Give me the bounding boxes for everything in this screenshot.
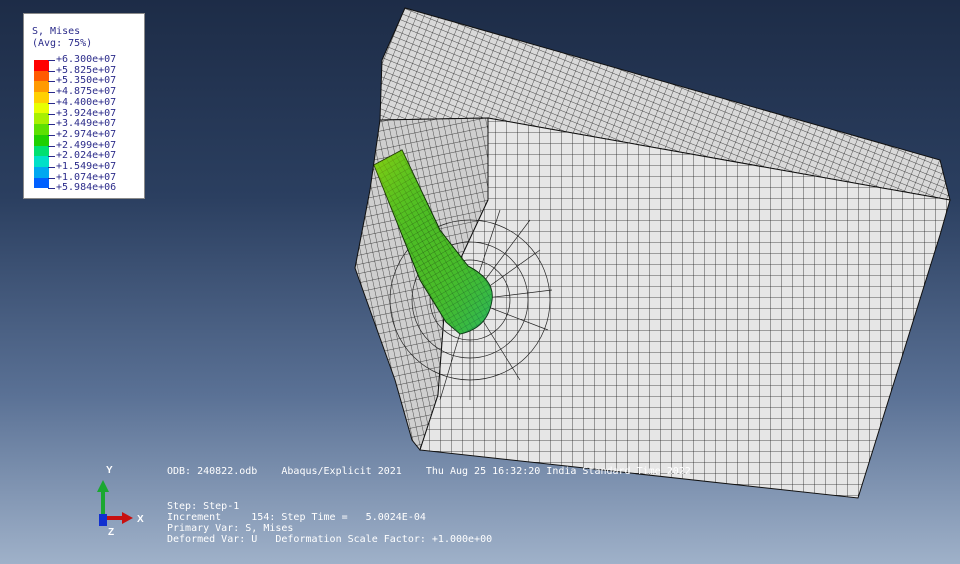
legend-value: +6.300e+07 xyxy=(56,54,117,65)
step-info-line: Step: Step-1 xyxy=(167,501,240,512)
legend-swatch xyxy=(34,124,49,135)
legend-tick xyxy=(48,145,55,147)
legend-tick xyxy=(48,134,55,136)
legend-subtitle: (Avg: 75%) xyxy=(32,38,93,49)
legend-value: +1.074e+07 xyxy=(56,171,117,183)
legend-color-bar xyxy=(34,60,49,189)
legend-swatch xyxy=(34,60,49,71)
legend-swatch xyxy=(34,92,49,103)
legend-swatch xyxy=(34,102,49,114)
legend-swatch xyxy=(34,81,49,93)
legend-swatch xyxy=(34,166,49,178)
legend-value: +2.974e+07 xyxy=(56,128,117,140)
legend-swatch xyxy=(34,113,49,125)
deformed-var-line: Deformed Var: U Deformation Scale Factor… xyxy=(167,534,493,545)
primary-var-line: Primary Var: S, Mises xyxy=(167,523,294,534)
contour-legend: S, Mises (Avg: 75%) +6.300e+07 +5.825e+07… xyxy=(23,13,145,199)
legend-value: +4.400e+07 xyxy=(56,96,117,108)
legend-swatch xyxy=(34,145,49,157)
legend-value: +2.024e+07 xyxy=(56,150,117,162)
legend-tick xyxy=(48,188,55,190)
legend-swatch xyxy=(34,177,49,189)
orientation-triad xyxy=(97,480,133,526)
legend-title: S, Mises xyxy=(32,26,81,37)
legend-tick xyxy=(48,167,55,168)
legend-value: +5.825e+07 xyxy=(56,64,117,76)
legend-value: +5.350e+07 xyxy=(56,75,117,87)
legend-value: +4.875e+07 xyxy=(56,86,117,98)
legend-value: +1.549e+07 xyxy=(56,161,117,172)
increment-info-line: Increment 154: Step Time = 5.0024E-04 xyxy=(167,512,426,523)
legend-tick xyxy=(48,124,55,126)
legend-value: +2.499e+07 xyxy=(56,139,117,151)
odb-info-line: ODB: 240822.odb Abaqus/Explicit 2021 Thu… xyxy=(167,466,691,477)
legend-tick xyxy=(48,156,55,158)
legend-tick xyxy=(48,92,55,94)
legend-tick xyxy=(48,60,55,61)
triad-x-label: X xyxy=(137,514,144,525)
triad-z-label: Z xyxy=(108,527,115,538)
legend-swatch xyxy=(34,70,49,82)
legend-tick xyxy=(48,177,55,179)
legend-tick xyxy=(48,81,55,83)
legend-value: +3.924e+07 xyxy=(56,107,117,119)
legend-tick xyxy=(48,102,55,104)
legend-value: +3.449e+07 xyxy=(56,118,117,130)
legend-value: +5.984e+06 xyxy=(56,182,117,194)
legend-tick xyxy=(48,113,55,115)
legend-tick xyxy=(48,70,55,72)
triad-y-label: Y xyxy=(106,465,113,476)
legend-swatch xyxy=(34,156,49,167)
legend-swatch xyxy=(34,134,49,146)
